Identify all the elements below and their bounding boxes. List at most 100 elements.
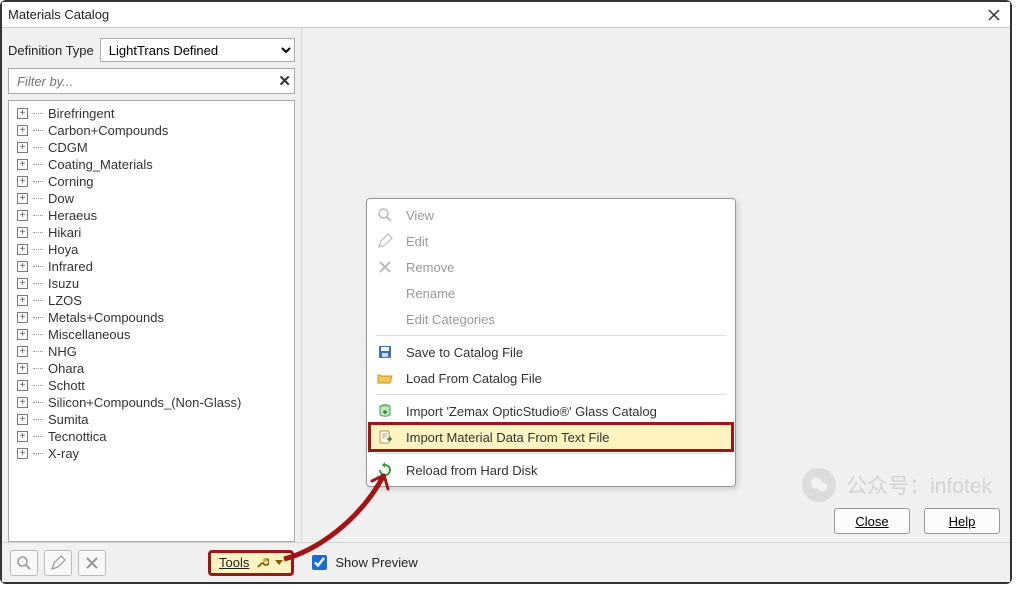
blank-icon bbox=[374, 282, 396, 304]
tree-item[interactable]: +Ohara bbox=[9, 360, 294, 377]
expand-icon[interactable]: + bbox=[17, 363, 28, 374]
expand-icon[interactable]: + bbox=[17, 244, 28, 255]
filter-wrap: ✕ bbox=[8, 68, 295, 94]
menu-item-load-catalog[interactable]: Load From Catalog File bbox=[370, 365, 732, 391]
tree-connector bbox=[33, 385, 43, 386]
expand-icon[interactable]: + bbox=[17, 125, 28, 136]
expand-icon[interactable]: + bbox=[17, 227, 28, 238]
expand-icon[interactable]: + bbox=[17, 295, 28, 306]
folder-open-icon bbox=[374, 367, 396, 389]
materials-tree[interactable]: +Birefringent +Carbon+Compounds +CDGM +C… bbox=[8, 100, 295, 542]
menu-item-view: View bbox=[370, 202, 732, 228]
expand-icon[interactable]: + bbox=[17, 380, 28, 391]
tree-item[interactable]: + Heraeus bbox=[9, 207, 294, 224]
expand-icon[interactable]: + bbox=[17, 397, 28, 408]
tree-item-label: Hoya bbox=[48, 242, 78, 257]
menu-item-remove: Remove bbox=[370, 254, 732, 280]
show-preview-checkbox[interactable] bbox=[312, 555, 327, 570]
remove-icon bbox=[85, 556, 99, 570]
window-title: Materials Catalog bbox=[8, 7, 984, 22]
delete-button[interactable] bbox=[78, 550, 106, 576]
tree-item[interactable]: + Schott bbox=[9, 377, 294, 394]
expand-icon[interactable]: + bbox=[17, 346, 28, 357]
close-button[interactable]: Close bbox=[834, 508, 910, 534]
tree-connector bbox=[33, 436, 43, 437]
menu-label: Rename bbox=[406, 286, 455, 301]
expand-icon[interactable]: + bbox=[17, 159, 28, 170]
tree-item[interactable]: + X-ray bbox=[9, 445, 294, 462]
expand-icon[interactable]: + bbox=[17, 261, 28, 272]
window-close-button[interactable] bbox=[984, 5, 1004, 25]
tree-connector bbox=[33, 402, 43, 403]
tree-item[interactable]: +Infrared bbox=[9, 258, 294, 275]
expand-icon[interactable]: + bbox=[17, 210, 28, 221]
tree-item-label: LZOS bbox=[48, 293, 82, 308]
tree-item-label: X-ray bbox=[48, 446, 79, 461]
menu-label: Load From Catalog File bbox=[406, 371, 542, 386]
expand-icon[interactable]: + bbox=[17, 108, 28, 119]
filter-clear-button[interactable]: ✕ bbox=[278, 72, 291, 90]
pencil-icon bbox=[50, 555, 66, 571]
expand-icon[interactable]: + bbox=[17, 312, 28, 323]
tree-item-label: Corning bbox=[48, 174, 94, 189]
edit-button[interactable] bbox=[44, 550, 72, 576]
expand-icon[interactable]: + bbox=[17, 329, 28, 340]
tree-item[interactable]: + Dow bbox=[9, 190, 294, 207]
expand-icon[interactable]: + bbox=[17, 176, 28, 187]
tree-item[interactable]: +Tecnottica bbox=[9, 428, 294, 445]
remove-icon bbox=[374, 256, 396, 278]
tree-item[interactable]: +CDGM bbox=[9, 139, 294, 156]
tree-item[interactable]: + LZOS bbox=[9, 292, 294, 309]
tree-item-label: Carbon+Compounds bbox=[48, 123, 168, 138]
expand-icon[interactable]: + bbox=[17, 193, 28, 204]
tree-connector bbox=[33, 164, 43, 165]
tree-item[interactable]: + Corning bbox=[9, 173, 294, 190]
tree-connector bbox=[33, 317, 43, 318]
tree-connector bbox=[33, 368, 43, 369]
tree-item[interactable]: +Metals+Compounds bbox=[9, 309, 294, 326]
menu-item-reload[interactable]: Reload from Hard Disk bbox=[370, 457, 732, 483]
tree-item-label: Dow bbox=[48, 191, 74, 206]
expand-icon[interactable]: + bbox=[17, 414, 28, 425]
tree-item[interactable]: +Coating_Materials bbox=[9, 156, 294, 173]
menu-label: Save to Catalog File bbox=[406, 345, 523, 360]
tree-item[interactable]: +Miscellaneous bbox=[9, 326, 294, 343]
tools-button[interactable]: Tools bbox=[208, 550, 294, 576]
magnifier-icon bbox=[16, 555, 32, 571]
tools-button-label: Tools bbox=[219, 555, 249, 570]
expand-icon[interactable]: + bbox=[17, 448, 28, 459]
tree-item-label: NHG bbox=[48, 344, 77, 359]
view-button[interactable] bbox=[10, 550, 38, 576]
tree-item[interactable]: +Birefringent bbox=[9, 105, 294, 122]
tree-connector bbox=[33, 283, 43, 284]
menu-item-import-zemax[interactable]: Import 'Zemax OpticStudio®' Glass Catalo… bbox=[370, 398, 732, 424]
tree-item[interactable]: +Hikari bbox=[9, 224, 294, 241]
filter-input[interactable] bbox=[8, 68, 295, 94]
tree-item[interactable]: + Silicon+Compounds_(Non-Glass) bbox=[9, 394, 294, 411]
menu-item-save-catalog[interactable]: Save to Catalog File bbox=[370, 339, 732, 365]
definition-type-select[interactable]: LightTrans Defined bbox=[100, 38, 295, 62]
tree-item-label: Sumita bbox=[48, 412, 88, 427]
tree-item[interactable]: + NHG bbox=[9, 343, 294, 360]
menu-item-edit-categories: Edit Categories bbox=[370, 306, 732, 332]
tree-item-label: Silicon+Compounds_(Non-Glass) bbox=[48, 395, 241, 410]
tree-item[interactable]: + Hoya bbox=[9, 241, 294, 258]
tree-item[interactable]: + Sumita bbox=[9, 411, 294, 428]
definition-type-label: Definition Type bbox=[8, 43, 94, 58]
menu-item-import-text[interactable]: Import Material Data From Text File bbox=[370, 424, 732, 450]
dialog-buttons: Close Help bbox=[834, 508, 1000, 534]
tree-item[interactable]: + Carbon+Compounds bbox=[9, 122, 294, 139]
tree-item-label: Heraeus bbox=[48, 208, 97, 223]
expand-icon[interactable]: + bbox=[17, 431, 28, 442]
pencil-icon bbox=[374, 230, 396, 252]
menu-label: Remove bbox=[406, 260, 454, 275]
expand-icon[interactable]: + bbox=[17, 142, 28, 153]
reload-icon bbox=[374, 459, 396, 481]
tree-item[interactable]: + Isuzu bbox=[9, 275, 294, 292]
help-button[interactable]: Help bbox=[924, 508, 1000, 534]
tree-connector bbox=[33, 215, 43, 216]
expand-icon[interactable]: + bbox=[17, 278, 28, 289]
tree-item-label: Isuzu bbox=[48, 276, 79, 291]
menu-label: Edit Categories bbox=[406, 312, 495, 327]
tree-item-label: Schott bbox=[48, 378, 85, 393]
